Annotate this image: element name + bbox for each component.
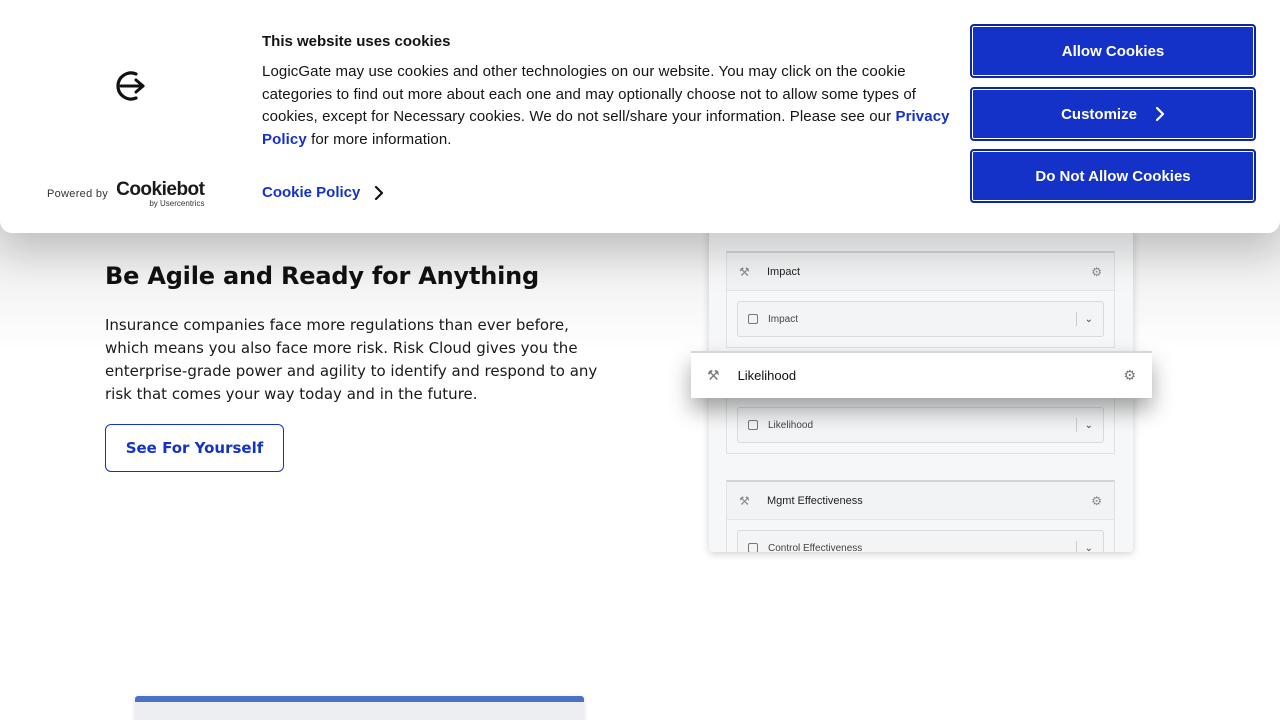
powered-by-label: Powered by [47,188,109,200]
chevron-right-icon [375,185,384,200]
likelihood-field-label: Likelihood [768,419,814,431]
cookie-banner: Powered by Cookiebot by Usercentrics Thi… [0,0,1280,233]
cookie-text-part2: for more information. [306,131,452,149]
cookie-text-part1: LogicGate may use cookies and other tech… [262,63,917,126]
likelihood-floating-header: ⚒ Likelihood ⚙ [691,351,1152,398]
field-icon [748,420,758,430]
hero-title: Be Agile and Ready for Anything [105,262,539,290]
see-for-yourself-button[interactable]: See For Yourself [105,424,284,472]
customize-label: Customize [1061,105,1137,123]
control-field: Control Effectiveness ⌄ [737,530,1104,552]
cookiebot-sub: by Usercentrics [149,199,205,208]
hammer-icon: ⚒ [739,493,750,508]
cookie-title: This website uses cookies [262,33,451,50]
impact-card-header: ⚒ Impact ⚙ [727,253,1114,291]
mgmt-header-label: Mgmt Effectiveness [767,494,863,507]
divider [1075,418,1077,432]
control-field-label: Control Effectiveness [768,542,863,553]
chevron-down-icon: ⌄ [1084,419,1093,431]
hammer-icon: ⚒ [739,264,750,279]
hammer-icon: ⚒ [707,367,720,383]
impact-field: Impact ⌄ [737,301,1104,337]
gear-icon: ⚙ [1123,367,1136,383]
likelihood-header-label: Likelihood [737,368,797,383]
divider [1075,541,1077,552]
deny-cookies-label: Do Not Allow Cookies [1035,167,1191,185]
field-icon [748,543,758,552]
gear-icon: ⚙ [1091,264,1102,279]
divider [1075,312,1077,326]
impact-header-label: Impact [767,265,801,278]
gear-icon: ⚙ [1091,493,1102,508]
impact-field-label: Impact [768,313,799,325]
mgmt-card-header: ⚒ Mgmt Effectiveness ⚙ [727,482,1114,520]
chevron-down-icon: ⌄ [1084,542,1093,553]
cookie-policy-link[interactable]: Cookie Policy [262,184,384,201]
chevron-down-icon: ⌄ [1084,313,1093,325]
cookiebot-logo: Cookiebot by Usercentrics [116,179,205,208]
chevron-right-icon [1155,106,1165,122]
impact-card: ⚒ Impact ⚙ Impact ⌄ [726,251,1115,348]
cookie-policy-label: Cookie Policy [262,184,361,201]
hero-text: Insurance companies face more regulation… [105,316,598,403]
do-not-allow-cookies-button[interactable]: Do Not Allow Cookies [970,149,1256,203]
cookie-description: LogicGate may use cookies and other tech… [262,61,952,152]
likelihood-card: Likelihood ⌄ [726,397,1115,454]
field-icon [748,314,758,324]
bottom-card [135,696,584,720]
customize-button[interactable]: Customize [970,87,1256,141]
cookiebot-name: Cookiebot [116,179,205,200]
likelihood-field: Likelihood ⌄ [737,407,1104,443]
mgmt-card: ⚒ Mgmt Effectiveness ⚙ Control Effective… [726,480,1115,552]
allow-cookies-label: Allow Cookies [1061,42,1165,60]
allow-cookies-button[interactable]: Allow Cookies [970,24,1256,78]
cookiebot-branding[interactable]: Powered by Cookiebot by Usercentrics [47,179,205,208]
logicgate-logo-icon [116,71,145,101]
